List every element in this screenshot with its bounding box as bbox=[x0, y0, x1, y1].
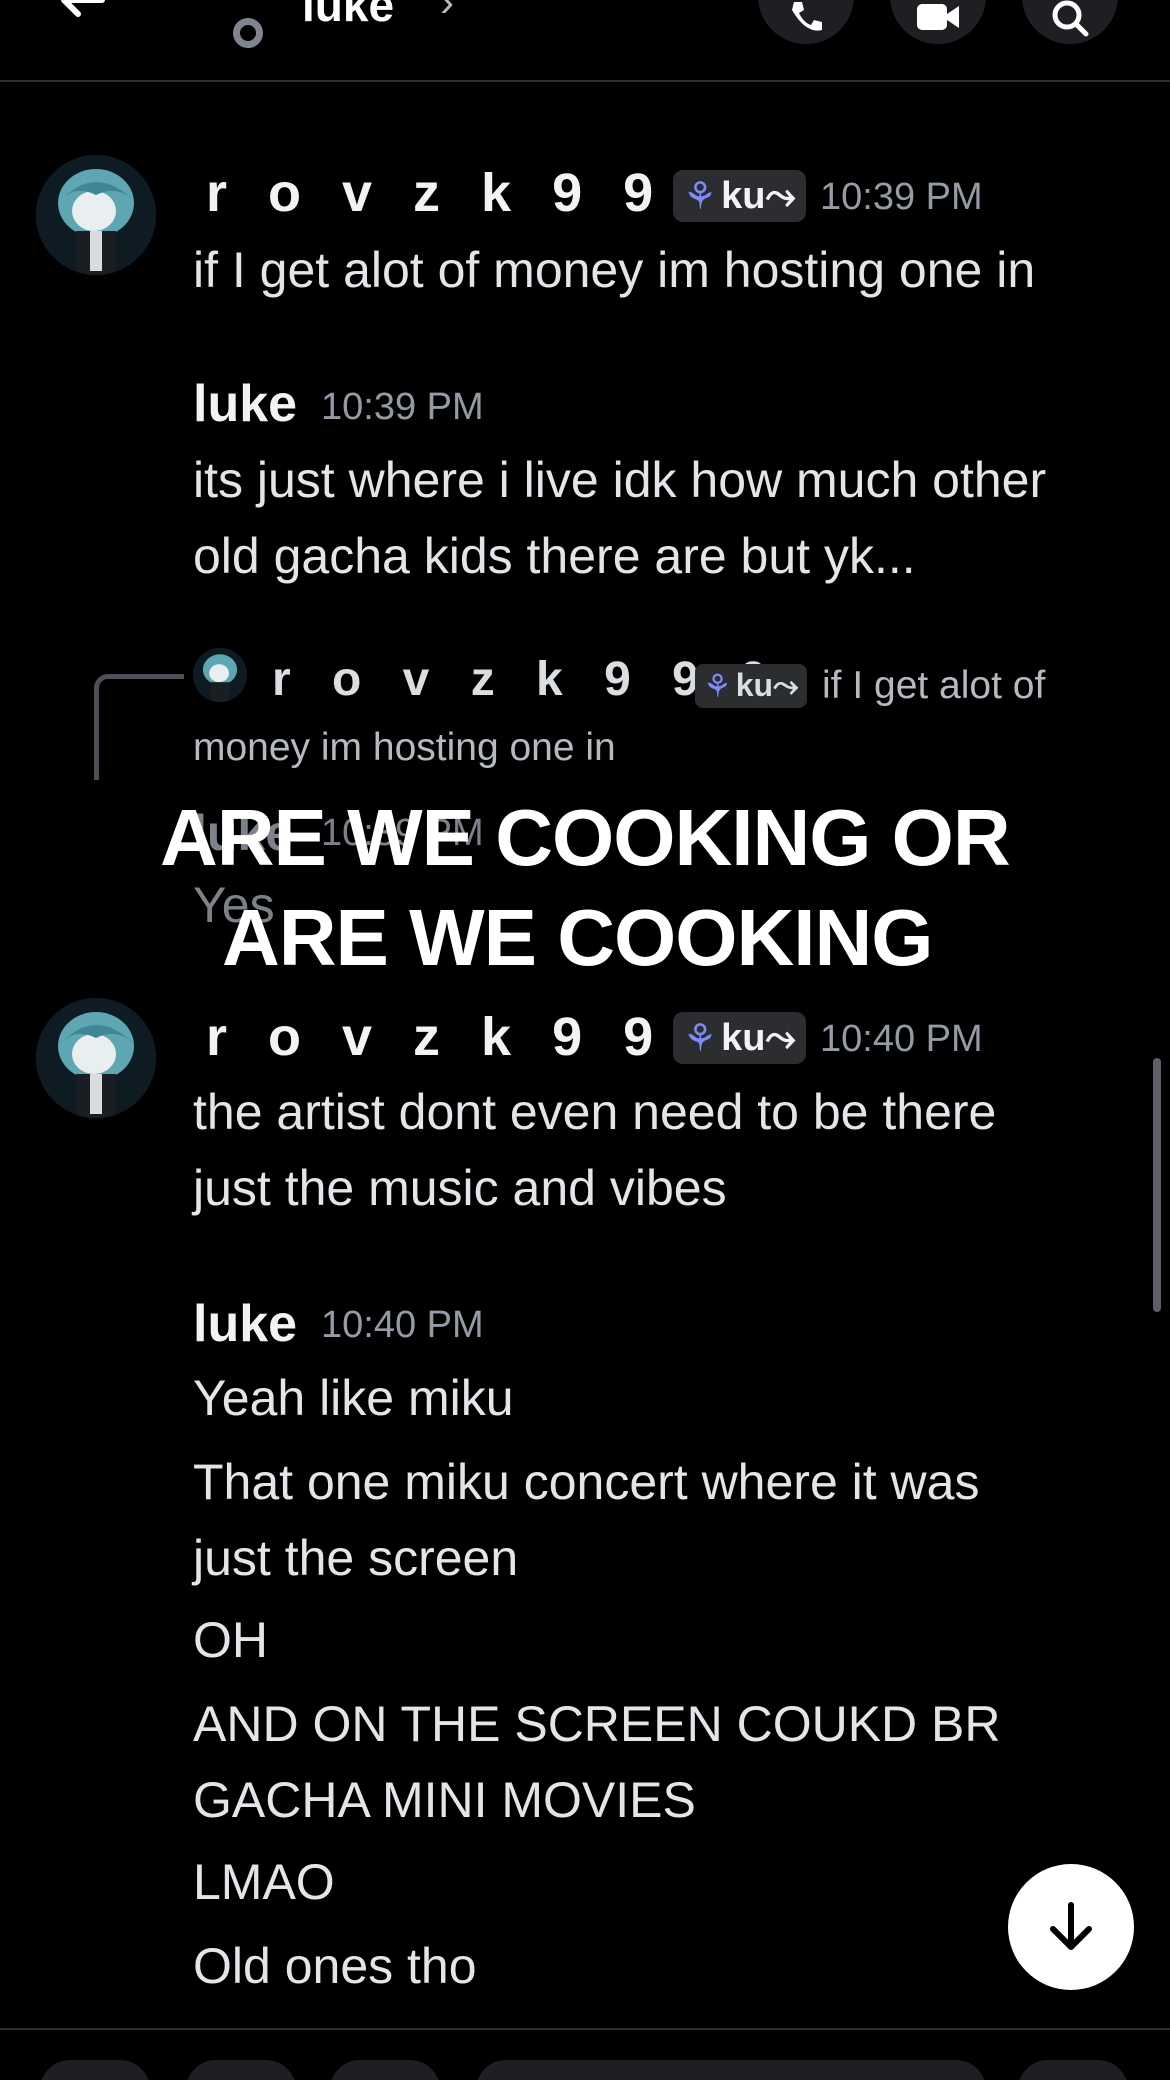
phone-icon bbox=[792, 2, 822, 31]
message-author[interactable]: r o v z k 9 9 9 bbox=[206, 1006, 737, 1068]
message-timestamp: 10:39 PM bbox=[820, 176, 983, 218]
composer-add-button[interactable] bbox=[40, 2060, 150, 2080]
arrow-down-icon bbox=[1050, 1902, 1092, 1950]
avatar[interactable] bbox=[36, 155, 156, 275]
message-text: just the screen bbox=[193, 1530, 519, 1586]
server-tag-text: ku⤳ bbox=[735, 667, 799, 703]
butterfly-icon: ⚘ bbox=[703, 668, 732, 704]
message-text: That one miku concert where it was bbox=[193, 1454, 980, 1510]
overlay-caption-line: ARE WE COOKING bbox=[222, 893, 933, 982]
message-author[interactable]: luke bbox=[193, 1294, 297, 1354]
video-icon bbox=[917, 4, 959, 30]
message-timestamp: 10:39 PM bbox=[321, 386, 484, 428]
butterfly-icon: ⚘ bbox=[683, 1017, 718, 1060]
message-text: old gacha kids there are but yk... bbox=[193, 528, 916, 584]
reply-connector bbox=[94, 674, 184, 780]
status-icon bbox=[233, 18, 263, 48]
composer-divider bbox=[0, 2028, 1170, 2030]
message-timestamp: 10:40 PM bbox=[321, 1304, 484, 1346]
avatar-image bbox=[193, 648, 247, 702]
reply-preview-text[interactable]: money im hosting one in bbox=[193, 726, 616, 770]
message-text: Old ones tho bbox=[193, 1938, 477, 1994]
search-icon bbox=[1052, 0, 1089, 37]
butterfly-icon: ⚘ bbox=[683, 175, 718, 218]
message-text: AND ON THE SCREEN COUKD BR bbox=[193, 1696, 1001, 1752]
message-timestamp: 10:40 PM bbox=[820, 1018, 983, 1060]
message-author[interactable]: r o v z k 9 9 9 bbox=[206, 162, 737, 224]
message-text: its just where i live idk how much other bbox=[193, 452, 1047, 508]
message-input[interactable] bbox=[476, 2060, 986, 2080]
overlay-caption-line: ARE WE COOKING OR bbox=[160, 793, 1011, 882]
video-call-button[interactable] bbox=[890, 0, 986, 44]
server-tag-badge[interactable]: ⚘ ku⤳ bbox=[673, 170, 806, 222]
message-text: the artist dont even need to be there bbox=[193, 1084, 997, 1140]
channel-title[interactable]: luke bbox=[302, 0, 394, 32]
composer-gift-button[interactable] bbox=[330, 2060, 440, 2080]
server-tag-text: ku⤳ bbox=[721, 1016, 796, 1059]
reply-avatar[interactable] bbox=[193, 648, 247, 702]
scrollbar-thumb[interactable] bbox=[1153, 1058, 1161, 1312]
chevron-right-icon[interactable]: › bbox=[440, 0, 454, 26]
message-text: just the music and vibes bbox=[193, 1160, 727, 1216]
server-tag-badge[interactable]: ⚘ ku⤳ bbox=[695, 664, 807, 708]
message-text: if I get alot of money im hosting one in bbox=[193, 242, 1036, 298]
composer-apps-button[interactable] bbox=[186, 2060, 296, 2080]
server-tag-text: ku⤳ bbox=[721, 174, 796, 217]
call-button[interactable] bbox=[758, 0, 854, 44]
avatar[interactable] bbox=[36, 998, 156, 1118]
avatar-image bbox=[36, 998, 156, 1118]
message-text: Yeah like miku bbox=[193, 1370, 514, 1426]
message-author[interactable]: luke bbox=[193, 374, 297, 434]
message-text: OH bbox=[193, 1612, 268, 1668]
message-text: GACHA MINI MOVIES bbox=[193, 1772, 696, 1828]
composer-voice-button[interactable] bbox=[1018, 2060, 1128, 2080]
server-tag-badge[interactable]: ⚘ ku⤳ bbox=[673, 1012, 806, 1064]
reply-preview-text[interactable]: if I get alot of bbox=[822, 664, 1045, 708]
jump-to-bottom-button[interactable] bbox=[1008, 1864, 1134, 1990]
message-text: LMAO bbox=[193, 1854, 335, 1910]
search-button[interactable] bbox=[1022, 0, 1118, 44]
back-arrow-icon[interactable] bbox=[52, 0, 112, 30]
top-bar: luke › bbox=[0, 0, 1170, 82]
avatar-image bbox=[36, 155, 156, 275]
